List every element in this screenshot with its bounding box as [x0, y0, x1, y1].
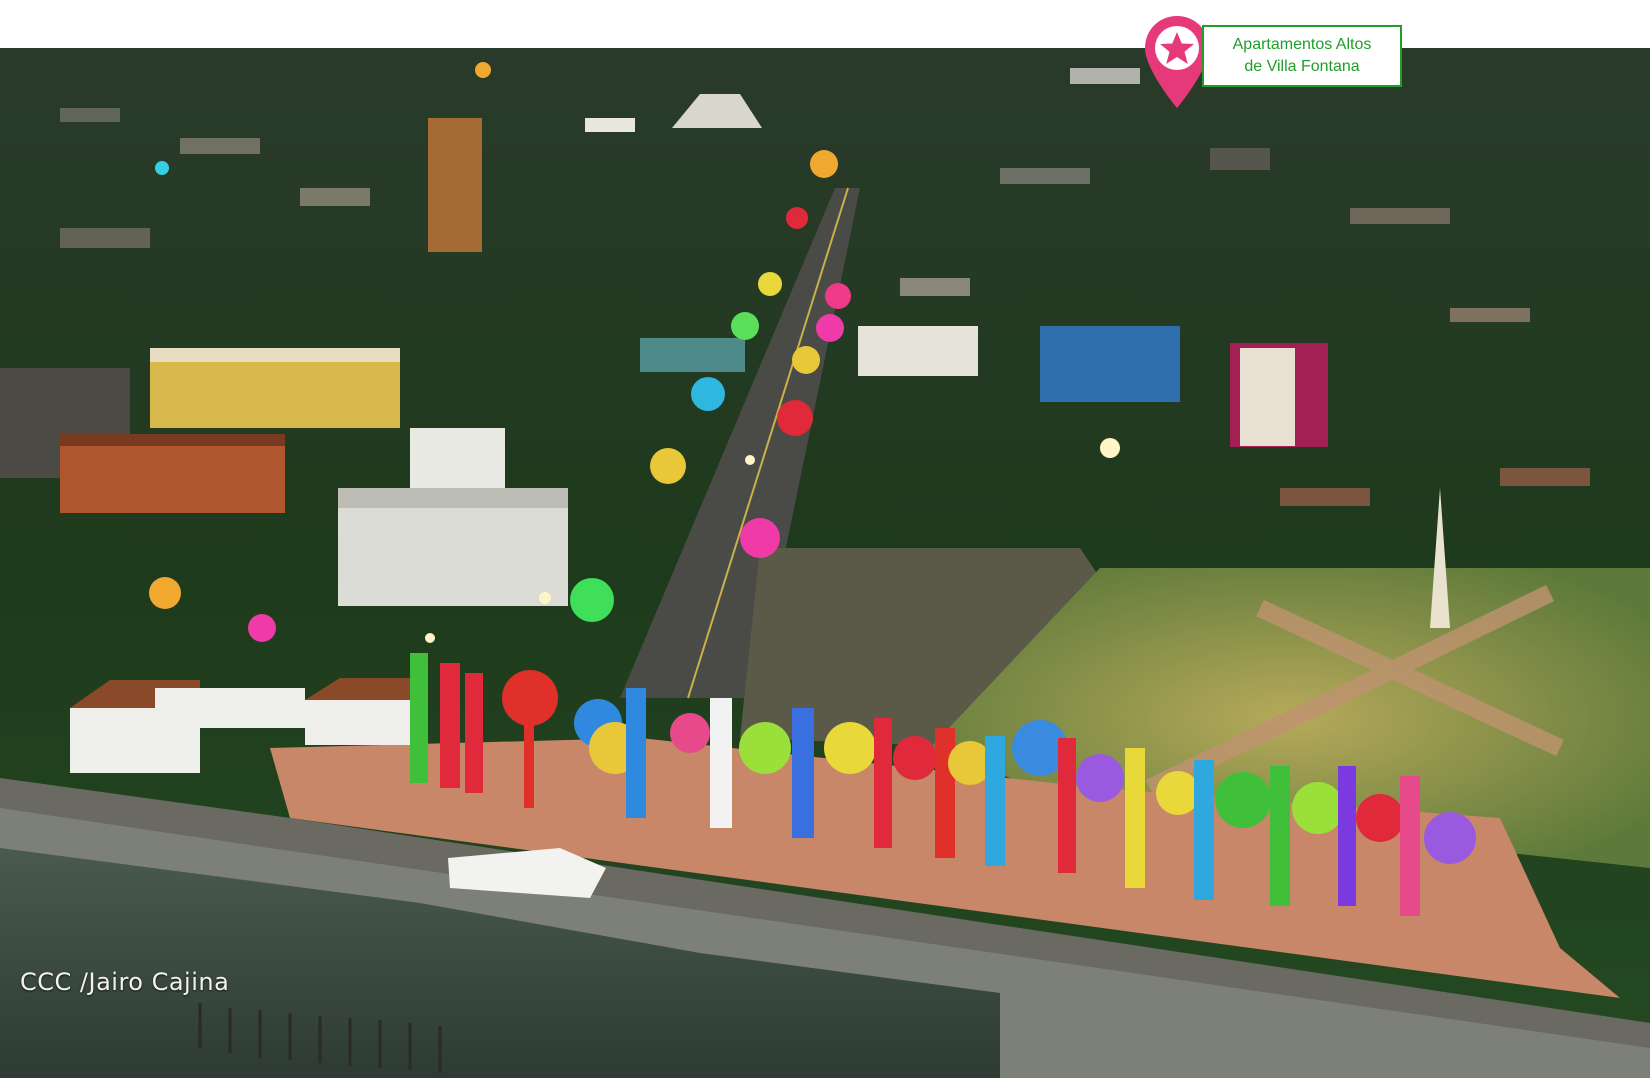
star-pin-icon: [1145, 16, 1209, 108]
tower-building: [428, 118, 482, 252]
teal-building: [640, 338, 745, 372]
location-pin[interactable]: [1143, 14, 1211, 110]
national-palace: [150, 358, 400, 428]
red-brick-building: [60, 443, 285, 513]
blue-building: [1040, 326, 1180, 402]
theater-tower: [410, 428, 505, 498]
white-government-building: [858, 326, 978, 376]
top-white-band: [0, 0, 1650, 48]
cathedral: [585, 118, 635, 132]
photo-credit: CCC /Jairo Cajina: [20, 968, 230, 996]
aerial-photo: [0, 48, 1650, 1078]
location-label: Apartamentos Altos de Villa Fontana: [1202, 25, 1402, 87]
aerial-photo-illustration: [0, 48, 1650, 1078]
location-label-line1: Apartamentos Altos: [1232, 36, 1372, 53]
location-label-line2: de Villa Fontana: [1244, 58, 1360, 75]
